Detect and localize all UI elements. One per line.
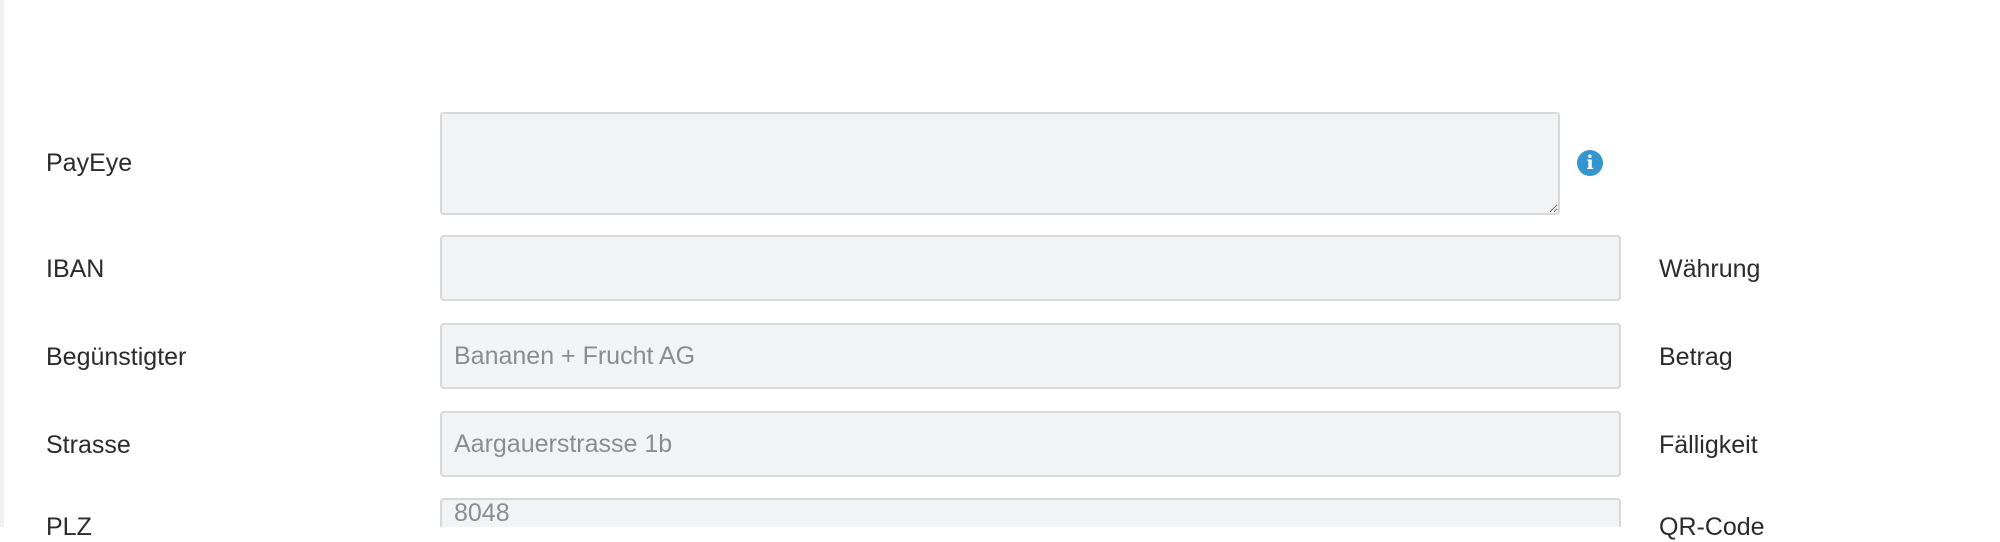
beneficiary-label: Begünstigter [46, 343, 187, 371]
plz-label: PLZ [46, 513, 92, 541]
currency-label: Währung [1659, 255, 1761, 283]
iban-input[interactable] [440, 235, 1621, 301]
info-icon[interactable]: i [1577, 150, 1603, 176]
iban-label: IBAN [46, 255, 105, 283]
amount-label: Betrag [1659, 343, 1733, 371]
street-input[interactable] [440, 411, 1621, 477]
street-label: Strasse [46, 431, 131, 459]
form-panel: PayEye i IBAN Währung Begünstigter Betra… [0, 0, 2000, 541]
qr-code-label: QR-Code [1659, 513, 1765, 541]
plz-input[interactable] [440, 498, 1621, 527]
payeye-label: PayEye [46, 149, 133, 177]
due-date-label: Fälligkeit [1659, 431, 1758, 459]
payeye-textarea[interactable] [440, 112, 1560, 215]
beneficiary-input[interactable] [440, 323, 1621, 389]
